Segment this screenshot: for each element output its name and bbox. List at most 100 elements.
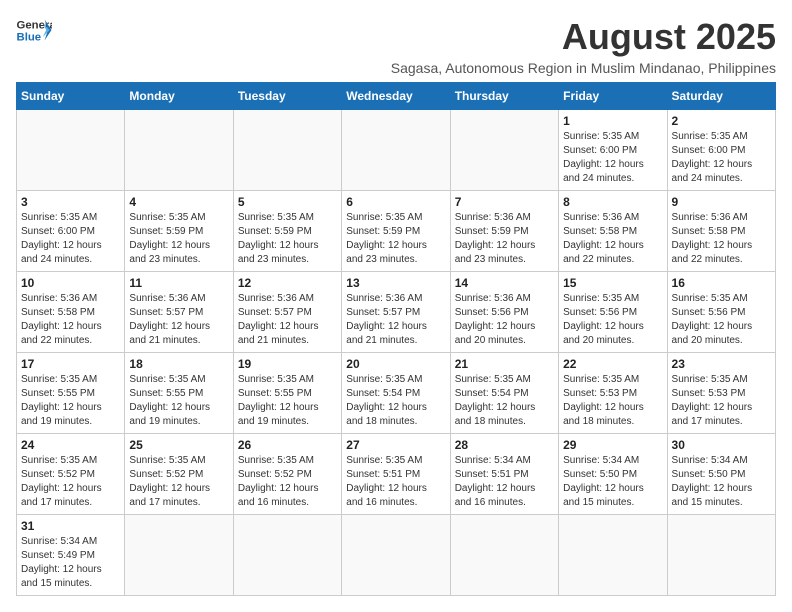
day-info: Sunrise: 5:35 AM Sunset: 6:00 PM Dayligh…	[672, 130, 771, 186]
day-number: 13	[346, 276, 445, 290]
day-number: 16	[672, 276, 771, 290]
day-info: Sunrise: 5:36 AM Sunset: 5:57 PM Dayligh…	[346, 292, 445, 348]
day-number: 27	[346, 438, 445, 452]
week-row-3: 17Sunrise: 5:35 AM Sunset: 5:55 PM Dayli…	[17, 353, 776, 434]
day-number: 19	[238, 357, 337, 371]
calendar-cell	[450, 515, 558, 596]
calendar-cell: 7 Sunrise: 5:36 AM Sunset: 5:59 PM Daylig…	[450, 191, 558, 272]
svg-text:Blue: Blue	[17, 32, 42, 44]
calendar-cell: 19 Sunrise: 5:35 AM Sunset: 5:55 PM Dayli…	[233, 353, 341, 434]
calendar-header: SundayMondayTuesdayWednesdayThursdayFrid…	[17, 83, 776, 110]
day-number: 22	[563, 357, 662, 371]
week-row-0: 1Sunrise: 5:35 AM Sunset: 6:00 PM Daylig…	[17, 110, 776, 191]
day-number: 20	[346, 357, 445, 371]
calendar-cell: 11 Sunrise: 5:36 AM Sunset: 5:57 PM Dayli…	[125, 272, 233, 353]
day-number: 21	[455, 357, 554, 371]
day-number: 11	[129, 276, 228, 290]
day-info: Sunrise: 5:36 AM Sunset: 5:57 PM Dayligh…	[238, 292, 337, 348]
logo: General Blue	[16, 16, 52, 44]
day-number: 7	[455, 195, 554, 209]
header-day-wednesday: Wednesday	[342, 83, 450, 110]
day-info: Sunrise: 5:35 AM Sunset: 5:53 PM Dayligh…	[672, 373, 771, 429]
calendar-cell: 5 Sunrise: 5:35 AM Sunset: 5:59 PM Daylig…	[233, 191, 341, 272]
calendar-cell: 29 Sunrise: 5:34 AM Sunset: 5:50 PM Dayli…	[559, 434, 667, 515]
day-info: Sunrise: 5:35 AM Sunset: 5:55 PM Dayligh…	[21, 373, 120, 429]
day-info: Sunrise: 5:35 AM Sunset: 5:52 PM Dayligh…	[129, 454, 228, 510]
calendar-cell: 9 Sunrise: 5:36 AM Sunset: 5:58 PM Daylig…	[667, 191, 775, 272]
day-info: Sunrise: 5:36 AM Sunset: 5:59 PM Dayligh…	[455, 211, 554, 267]
day-number: 24	[21, 438, 120, 452]
calendar-cell: 31 Sunrise: 5:34 AM Sunset: 5:49 PM Dayli…	[17, 515, 125, 596]
day-info: Sunrise: 5:35 AM Sunset: 5:54 PM Dayligh…	[346, 373, 445, 429]
calendar-cell: 15Sunrise: 5:35 AM Sunset: 5:56 PM Dayli…	[559, 272, 667, 353]
day-info: Sunrise: 5:36 AM Sunset: 5:56 PM Dayligh…	[455, 292, 554, 348]
day-number: 18	[129, 357, 228, 371]
title-area: August 2025 Sagasa, Autonomous Region in…	[391, 16, 776, 76]
day-number: 30	[672, 438, 771, 452]
calendar-cell	[450, 110, 558, 191]
calendar-cell: 1Sunrise: 5:35 AM Sunset: 6:00 PM Daylig…	[559, 110, 667, 191]
calendar-cell: 23 Sunrise: 5:35 AM Sunset: 5:53 PM Dayli…	[667, 353, 775, 434]
calendar-cell: 2 Sunrise: 5:35 AM Sunset: 6:00 PM Daylig…	[667, 110, 775, 191]
calendar-cell: 22Sunrise: 5:35 AM Sunset: 5:53 PM Dayli…	[559, 353, 667, 434]
day-number: 28	[455, 438, 554, 452]
calendar-cell	[233, 110, 341, 191]
day-number: 9	[672, 195, 771, 209]
day-number: 4	[129, 195, 228, 209]
calendar-cell	[17, 110, 125, 191]
calendar-cell	[233, 515, 341, 596]
day-number: 12	[238, 276, 337, 290]
calendar-cell	[125, 110, 233, 191]
calendar-cell: 3 Sunrise: 5:35 AM Sunset: 6:00 PM Daylig…	[17, 191, 125, 272]
day-info: Sunrise: 5:36 AM Sunset: 5:57 PM Dayligh…	[129, 292, 228, 348]
day-number: 23	[672, 357, 771, 371]
day-info: Sunrise: 5:35 AM Sunset: 5:52 PM Dayligh…	[238, 454, 337, 510]
day-info: Sunrise: 5:35 AM Sunset: 6:00 PM Dayligh…	[21, 211, 120, 267]
calendar-cell: 12 Sunrise: 5:36 AM Sunset: 5:57 PM Dayli…	[233, 272, 341, 353]
day-info: Sunrise: 5:34 AM Sunset: 5:50 PM Dayligh…	[563, 454, 662, 510]
day-number: 3	[21, 195, 120, 209]
day-info: Sunrise: 5:36 AM Sunset: 5:58 PM Dayligh…	[21, 292, 120, 348]
day-number: 15	[563, 276, 662, 290]
day-number: 29	[563, 438, 662, 452]
day-info: Sunrise: 5:35 AM Sunset: 5:59 PM Dayligh…	[238, 211, 337, 267]
calendar-cell: 17Sunrise: 5:35 AM Sunset: 5:55 PM Dayli…	[17, 353, 125, 434]
day-number: 31	[21, 519, 120, 533]
subtitle: Sagasa, Autonomous Region in Muslim Mind…	[391, 60, 776, 76]
day-number: 25	[129, 438, 228, 452]
calendar-body: 1Sunrise: 5:35 AM Sunset: 6:00 PM Daylig…	[17, 110, 776, 596]
calendar-cell: 14 Sunrise: 5:36 AM Sunset: 5:56 PM Dayli…	[450, 272, 558, 353]
day-info: Sunrise: 5:34 AM Sunset: 5:50 PM Dayligh…	[672, 454, 771, 510]
day-number: 5	[238, 195, 337, 209]
calendar-cell: 30 Sunrise: 5:34 AM Sunset: 5:50 PM Dayli…	[667, 434, 775, 515]
day-number: 6	[346, 195, 445, 209]
calendar-cell: 25 Sunrise: 5:35 AM Sunset: 5:52 PM Dayli…	[125, 434, 233, 515]
calendar-table: SundayMondayTuesdayWednesdayThursdayFrid…	[16, 82, 776, 596]
day-info: Sunrise: 5:35 AM Sunset: 5:59 PM Dayligh…	[129, 211, 228, 267]
day-info: Sunrise: 5:35 AM Sunset: 5:59 PM Dayligh…	[346, 211, 445, 267]
main-title: August 2025	[391, 16, 776, 58]
calendar-cell	[667, 515, 775, 596]
day-info: Sunrise: 5:35 AM Sunset: 5:56 PM Dayligh…	[672, 292, 771, 348]
header-day-tuesday: Tuesday	[233, 83, 341, 110]
day-info: Sunrise: 5:35 AM Sunset: 5:55 PM Dayligh…	[238, 373, 337, 429]
day-number: 14	[455, 276, 554, 290]
header-row: SundayMondayTuesdayWednesdayThursdayFrid…	[17, 83, 776, 110]
calendar-cell: 20 Sunrise: 5:35 AM Sunset: 5:54 PM Dayli…	[342, 353, 450, 434]
header-day-saturday: Saturday	[667, 83, 775, 110]
header-day-monday: Monday	[125, 83, 233, 110]
day-info: Sunrise: 5:36 AM Sunset: 5:58 PM Dayligh…	[672, 211, 771, 267]
header-day-thursday: Thursday	[450, 83, 558, 110]
header: General Blue August 2025 Sagasa, Autonom…	[16, 16, 776, 76]
calendar-cell: 18Sunrise: 5:35 AM Sunset: 5:55 PM Dayli…	[125, 353, 233, 434]
day-number: 2	[672, 114, 771, 128]
week-row-5: 31 Sunrise: 5:34 AM Sunset: 5:49 PM Dayli…	[17, 515, 776, 596]
day-info: Sunrise: 5:34 AM Sunset: 5:51 PM Dayligh…	[455, 454, 554, 510]
calendar-cell: 24Sunrise: 5:35 AM Sunset: 5:52 PM Dayli…	[17, 434, 125, 515]
day-number: 8	[563, 195, 662, 209]
calendar-cell	[559, 515, 667, 596]
day-info: Sunrise: 5:34 AM Sunset: 5:49 PM Dayligh…	[21, 535, 120, 591]
calendar-cell	[125, 515, 233, 596]
calendar-cell	[342, 515, 450, 596]
calendar-cell: 26Sunrise: 5:35 AM Sunset: 5:52 PM Dayli…	[233, 434, 341, 515]
